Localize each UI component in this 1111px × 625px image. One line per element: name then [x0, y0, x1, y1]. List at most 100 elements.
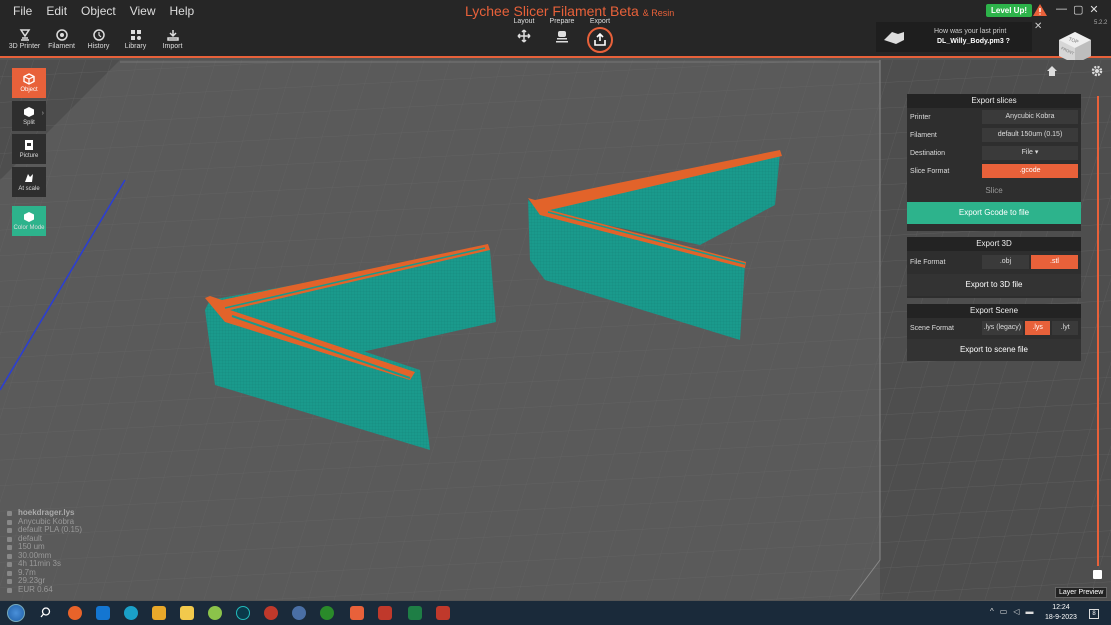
filament-label: Filament: [910, 131, 937, 139]
toolbar-label: Library: [124, 43, 147, 50]
android-app-icon[interactable]: [208, 606, 222, 620]
filament-row: Filament default 150um (0.15): [907, 126, 1081, 144]
format-lyt-option[interactable]: .lyt: [1052, 321, 1079, 335]
tool-object[interactable]: Object: [12, 68, 46, 98]
info-cost: EUR 0.64: [6, 585, 82, 595]
slice-format-gcode[interactable]: .gcode: [982, 164, 1078, 178]
printer-row: Printer Anycubic Kobra: [907, 108, 1081, 126]
slice-format-row: Slice Format .gcode: [907, 162, 1081, 180]
format-lys-option[interactable]: .lys: [1024, 321, 1051, 335]
toolbar-label: History: [87, 43, 110, 50]
toolbar-filament[interactable]: Filament: [43, 28, 80, 50]
red-app-icon[interactable]: [264, 606, 278, 620]
format-lys-legacy-option[interactable]: .lys (legacy): [982, 321, 1023, 335]
menu-view[interactable]: View: [123, 5, 163, 18]
printer-thumbnail-icon: [884, 32, 904, 44]
menu-help[interactable]: Help: [163, 5, 202, 18]
minimize-icon[interactable]: —: [1056, 3, 1067, 16]
step-layout[interactable]: Layout: [505, 18, 543, 43]
toolbar-import[interactable]: Import: [154, 28, 191, 50]
format-stl-option[interactable]: .stl: [1031, 255, 1078, 269]
toolbar-label: Import: [162, 43, 183, 50]
step-export[interactable]: Export: [581, 18, 619, 53]
keyboard-icon[interactable]: ▬: [1025, 607, 1033, 616]
print-feedback-notification[interactable]: How was your last print DL_Willy_Body.pm…: [876, 22, 1032, 52]
network-icon[interactable]: ▭: [1000, 607, 1008, 616]
menu-object[interactable]: Object: [74, 5, 123, 18]
clock-date: 18-9-2023: [1045, 614, 1077, 621]
printer-icon: [18, 28, 32, 41]
filament-select[interactable]: default 150um (0.15): [982, 128, 1078, 142]
excel-icon[interactable]: [408, 606, 422, 620]
history-icon: [92, 28, 106, 41]
scale-icon: [25, 174, 33, 182]
destination-label: Destination: [910, 149, 946, 157]
step-prepare[interactable]: Prepare: [543, 18, 581, 43]
export-3d-button[interactable]: Export to 3D file: [907, 274, 1081, 296]
gear-icon[interactable]: [1091, 65, 1103, 77]
export-3d-title: Export 3D: [907, 237, 1081, 251]
level-up-button[interactable]: Level Up!: [986, 4, 1033, 17]
app-title-text: Lychee Slicer Filament Beta: [465, 3, 639, 19]
layer-slider-handle[interactable]: [1093, 570, 1102, 579]
toolbar-label: Filament: [48, 43, 75, 50]
start-button-icon[interactable]: [7, 604, 25, 622]
home-icon[interactable]: [1046, 65, 1058, 77]
acrobat-icon[interactable]: [436, 606, 450, 620]
window-controls: — ▢ ✕: [1056, 3, 1099, 16]
destination-dropdown[interactable]: File ▾: [982, 146, 1078, 160]
notification-center-icon[interactable]: 8: [1089, 609, 1099, 619]
prepare-icon: [555, 29, 569, 43]
library-icon: [129, 28, 143, 41]
chevron-up-icon[interactable]: ^: [990, 607, 994, 616]
file-explorer-icon[interactable]: [180, 606, 194, 620]
app-stack-icon[interactable]: [152, 606, 166, 620]
top-bar: File Edit Object View Help Lychee Slicer…: [0, 0, 1111, 58]
menu-file[interactable]: File: [6, 5, 39, 18]
search-icon[interactable]: [40, 607, 51, 618]
file-format-options: .obj .stl: [982, 255, 1078, 269]
lychee-taskbar-icon[interactable]: [350, 606, 364, 620]
menu-edit[interactable]: Edit: [39, 5, 74, 18]
edge-icon[interactable]: [124, 606, 138, 620]
export-gcode-button[interactable]: Export Gcode to file: [907, 202, 1081, 224]
export-icon: [594, 33, 606, 46]
color-mode-icon: [24, 212, 34, 222]
step-label: Export: [589, 18, 611, 25]
warning-icon[interactable]: [1033, 4, 1047, 16]
maximize-icon[interactable]: ▢: [1073, 3, 1083, 16]
tool-picture[interactable]: Picture: [12, 134, 46, 164]
slice-format-label: Slice Format: [910, 167, 950, 175]
version-label: 5.2.2: [1094, 20, 1108, 26]
green-app-icon[interactable]: [320, 606, 334, 620]
tool-at-scale[interactable]: At scale: [12, 167, 46, 197]
format-obj-option[interactable]: .obj: [982, 255, 1029, 269]
filezilla-icon[interactable]: [378, 606, 392, 620]
printer-select[interactable]: Anycubic Kobra: [982, 110, 1078, 124]
export-scene-button[interactable]: Export to scene file: [907, 339, 1081, 361]
export-3d-panel: Export 3D File Format .obj .stl Export t…: [907, 237, 1081, 298]
tool-split[interactable]: Split ›: [12, 101, 46, 131]
close-icon[interactable]: ✕: [1089, 3, 1098, 16]
notification-close-icon[interactable]: ✕: [1034, 21, 1042, 32]
layer-slider-track[interactable]: [1097, 96, 1099, 566]
export-scene-title: Export Scene: [907, 304, 1081, 318]
toolbar-3d-printer[interactable]: 3D Printer: [6, 28, 43, 50]
firefox-icon[interactable]: [68, 606, 82, 620]
filament-icon: [55, 28, 69, 41]
chevron-right-icon: ›: [41, 110, 44, 117]
taskbar-clock[interactable]: 12:24 18-9-2023: [1045, 603, 1077, 623]
object-icon: [23, 73, 35, 85]
toolbar-history[interactable]: History: [80, 28, 117, 50]
app-title: Lychee Slicer Filament Beta & Resin: [465, 3, 674, 19]
network-app-icon[interactable]: [292, 606, 306, 620]
move-icon: [517, 29, 531, 43]
outlook-icon[interactable]: [96, 606, 110, 620]
slice-button[interactable]: Slice: [907, 180, 1081, 202]
speaker-icon[interactable]: ◁: [1013, 607, 1019, 616]
cura-icon[interactable]: [236, 606, 250, 620]
app-title-subtitle: & Resin: [642, 8, 675, 18]
tool-color-mode[interactable]: Color Mode: [12, 206, 46, 236]
toolbar-library[interactable]: Library: [117, 28, 154, 50]
menu-bar: File Edit Object View Help: [6, 5, 201, 18]
